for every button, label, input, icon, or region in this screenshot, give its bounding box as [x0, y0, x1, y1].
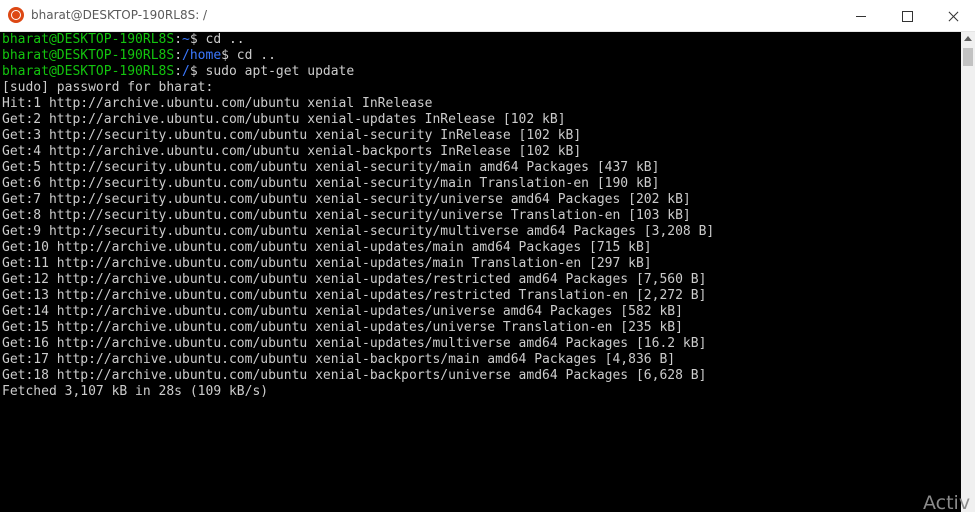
maximize-icon[interactable] — [884, 0, 930, 32]
terminal-window: bharat@DESKTOP-190RL8S: / bharat@DESKTOP… — [0, 0, 975, 512]
prompt-user: bharat@DESKTOP-190RL8S — [2, 64, 175, 79]
prompt-command: $ cd .. — [189, 32, 245, 47]
prompt-line: bharat@DESKTOP-190RL8S:/home$ cd .. — [2, 48, 957, 64]
title-bar[interactable]: bharat@DESKTOP-190RL8S: / — [0, 0, 975, 32]
prompt-command: $ cd .. — [221, 48, 276, 63]
terminal-output[interactable]: bharat@DESKTOP-190RL8S:~$ cd .. bharat@D… — [0, 32, 961, 512]
output-line: Get:10 http://archive.ubuntu.com/ubuntu … — [2, 240, 652, 255]
output-line: Get:8 http://security.ubuntu.com/ubuntu … — [2, 208, 691, 223]
scroll-up-arrow-icon[interactable] — [961, 32, 975, 46]
prompt-separator: : — [174, 64, 183, 79]
window-title: bharat@DESKTOP-190RL8S: / — [31, 8, 208, 22]
output-line: Get:14 http://archive.ubuntu.com/ubuntu … — [2, 304, 683, 319]
prompt-path: ~ — [182, 32, 190, 47]
prompt-user: bharat@DESKTOP-190RL8S — [2, 32, 175, 47]
prompt-command: $ sudo apt-get update — [189, 64, 355, 79]
output-line: Get:15 http://archive.ubuntu.com/ubuntu … — [2, 320, 683, 335]
output-line: Get:7 http://security.ubuntu.com/ubuntu … — [2, 192, 691, 207]
output-line: Get:18 http://archive.ubuntu.com/ubuntu … — [2, 368, 707, 383]
output-line: Get:5 http://security.ubuntu.com/ubuntu … — [2, 160, 660, 175]
output-line: Get:13 http://archive.ubuntu.com/ubuntu … — [2, 288, 707, 303]
output-line: Get:4 http://archive.ubuntu.com/ubuntu x… — [2, 144, 582, 159]
output-line: Get:3 http://security.ubuntu.com/ubuntu … — [2, 128, 582, 143]
prompt-path: / — [182, 64, 190, 79]
vertical-scrollbar[interactable] — [961, 32, 975, 512]
prompt-separator: : — [174, 32, 183, 47]
output-line: [sudo] password for bharat: — [2, 80, 214, 95]
output-line: Hit:1 http://archive.ubuntu.com/ubuntu x… — [2, 96, 433, 111]
output-line: Get:6 http://security.ubuntu.com/ubuntu … — [2, 176, 660, 191]
scrollbar-thumb[interactable] — [963, 48, 973, 66]
terminal-lines: bharat@DESKTOP-190RL8S:~$ cd .. bharat@D… — [2, 32, 957, 400]
output-line: Get:16 http://archive.ubuntu.com/ubuntu … — [2, 336, 707, 351]
minimize-icon[interactable] — [838, 0, 884, 32]
output-line: Get:9 http://security.ubuntu.com/ubuntu … — [2, 224, 715, 239]
close-icon[interactable] — [930, 0, 975, 32]
output-line: Get:12 http://archive.ubuntu.com/ubuntu … — [2, 272, 707, 287]
output-line: Get:2 http://archive.ubuntu.com/ubuntu x… — [2, 112, 566, 127]
prompt-path: /home — [182, 48, 222, 63]
output-line: Get:17 http://archive.ubuntu.com/ubuntu … — [2, 352, 676, 367]
prompt-line: bharat@DESKTOP-190RL8S:/$ sudo apt-get u… — [2, 64, 957, 80]
activation-watermark: Activ — [923, 492, 971, 512]
prompt-user: bharat@DESKTOP-190RL8S — [2, 48, 175, 63]
output-line: Fetched 3,107 kB in 28s (109 kB/s) — [2, 384, 269, 399]
prompt-line: bharat@DESKTOP-190RL8S:~$ cd .. — [2, 32, 957, 48]
prompt-separator: : — [174, 48, 183, 63]
output-line: Get:11 http://archive.ubuntu.com/ubuntu … — [2, 256, 652, 271]
ubuntu-icon[interactable] — [8, 7, 24, 23]
